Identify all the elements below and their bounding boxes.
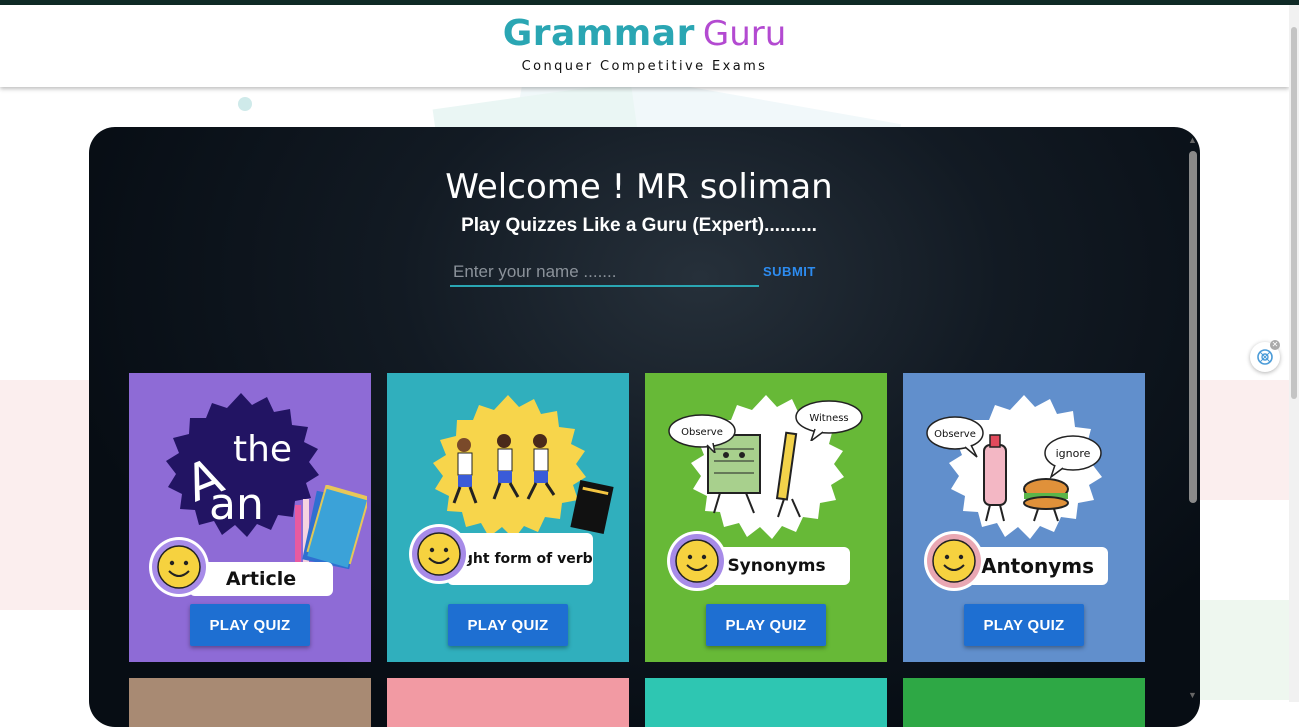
badge-word-an: an <box>209 479 264 530</box>
welcome-heading: Welcome ! MR soliman <box>445 167 833 207</box>
quiz-card-article[interactable]: A the an Article PLAY QUIZ <box>129 373 371 662</box>
play-quiz-button[interactable]: PLAY QUIZ <box>706 604 826 646</box>
scroll-thumb[interactable] <box>1189 151 1197 503</box>
smiley-icon <box>924 531 984 591</box>
scroll-down-arrow-icon[interactable]: ▼ <box>1188 690 1197 700</box>
window-scroll-thumb[interactable] <box>1291 27 1297 399</box>
smiley-icon <box>667 531 727 591</box>
scroll-up-arrow-icon[interactable]: ▲ <box>1188 135 1197 145</box>
quiz-card-next[interactable] <box>129 678 371 727</box>
card-title: Article <box>189 562 333 596</box>
quiz-card-next[interactable] <box>387 678 629 727</box>
svg-text:Observe: Observe <box>934 429 976 440</box>
site-header: Grammar Guru Conquer Competitive Exams <box>0 5 1289 87</box>
brand-part1: Grammar <box>502 13 695 54</box>
submit-button[interactable]: SUBMIT <box>757 263 822 280</box>
quiz-card-synonyms[interactable]: Observe Witness Synonyms PLAY QUIZ <box>645 373 887 662</box>
play-quiz-button[interactable]: PLAY QUIZ <box>964 604 1084 646</box>
speech-bubble-observe: Observe <box>668 414 736 453</box>
name-input[interactable] <box>450 259 759 287</box>
brand-logo[interactable]: Grammar Guru <box>0 13 1289 54</box>
chatgpt-icon[interactable]: ✕ <box>1250 340 1280 372</box>
bottle-character-icon <box>983 444 1007 506</box>
speech-bubble-ignore: ignore <box>1044 435 1102 479</box>
background-shape <box>0 380 100 610</box>
background-shape <box>1200 600 1299 700</box>
play-quiz-button[interactable]: PLAY QUIZ <box>448 604 568 646</box>
close-icon[interactable]: ✕ <box>1270 340 1280 350</box>
speech-bubble-witness: Witness <box>795 400 863 441</box>
window-scrollbar[interactable] <box>1289 5 1299 702</box>
svg-text:Observe: Observe <box>681 427 723 438</box>
badge-word-the: the <box>233 429 292 470</box>
brand-part2: Guru <box>702 14 787 54</box>
hero-subtitle: Play Quizzes Like a Guru (Expert).......… <box>461 215 817 236</box>
quiz-card-next[interactable] <box>903 678 1145 727</box>
card-title: Antonyms <box>967 547 1108 585</box>
smiley-icon <box>149 537 209 597</box>
quiz-card-antonyms[interactable]: Observe ignore Antonyms PLAY QUIZ <box>903 373 1145 662</box>
notebook-icon <box>570 479 614 535</box>
background-shape <box>1185 380 1299 500</box>
tagline: Conquer Competitive Exams <box>521 59 768 74</box>
smiley-icon <box>409 524 469 584</box>
panel-scrollbar[interactable]: ▲ ▼ <box>1186 133 1200 702</box>
quiz-card-verb[interactable]: Right form of verb PLAY QUIZ <box>387 373 629 662</box>
speech-bubble-observe: Observe <box>926 416 984 458</box>
quiz-panel: Welcome ! MR soliman Play Quizzes Like a… <box>89 127 1200 727</box>
svg-text:Witness: Witness <box>809 413 848 424</box>
svg-text:ignore: ignore <box>1056 447 1091 460</box>
background-dot <box>238 97 252 111</box>
quiz-card-next[interactable] <box>645 678 887 727</box>
play-quiz-button[interactable]: PLAY QUIZ <box>190 604 310 646</box>
